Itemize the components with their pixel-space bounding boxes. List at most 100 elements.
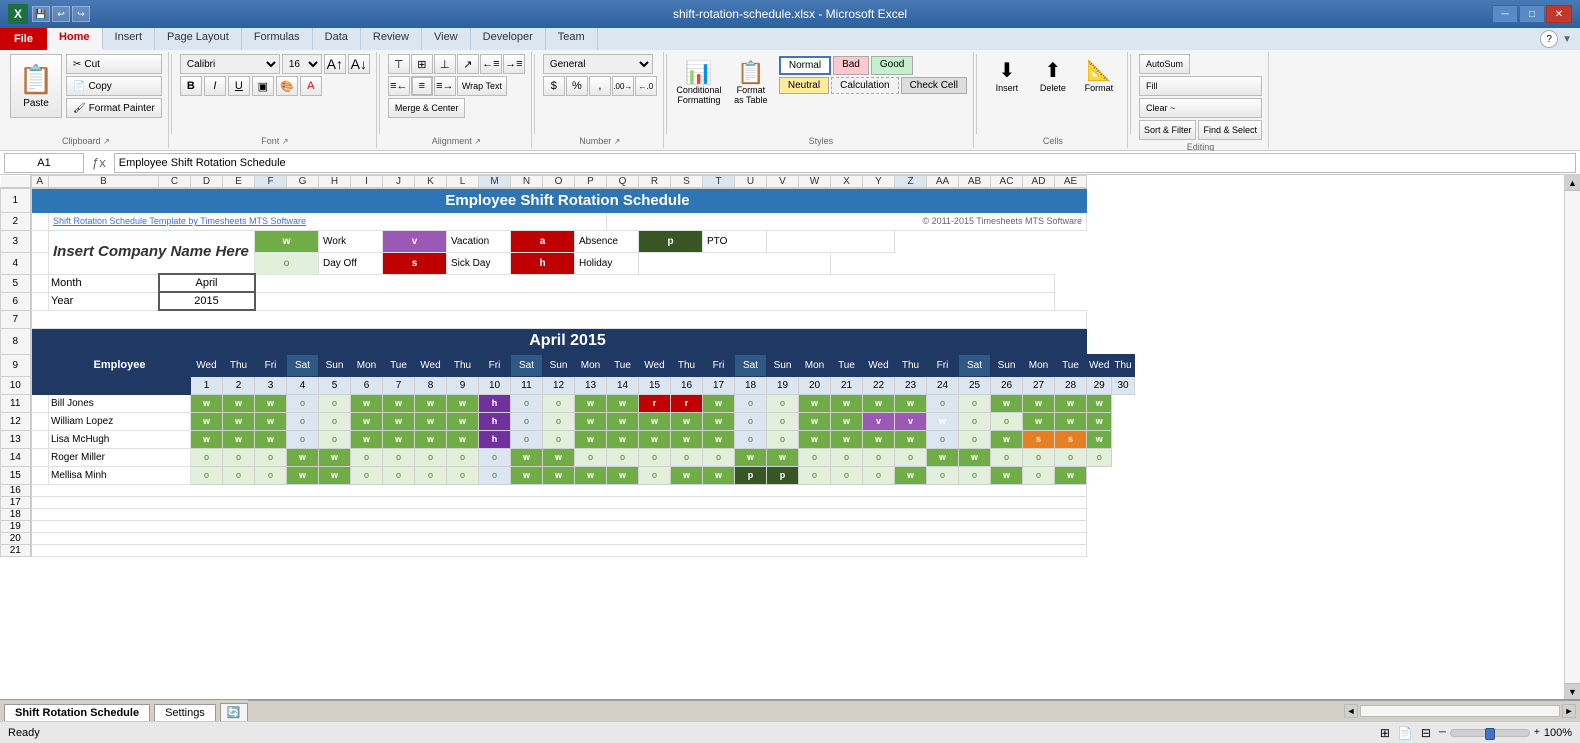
border-button[interactable]: ▣: [252, 76, 274, 96]
clipboard-label: Clipboard ↗: [62, 134, 110, 146]
decimal-increase-btn[interactable]: .00→: [612, 76, 634, 96]
formula-input[interactable]: [114, 153, 1576, 173]
bold-button[interactable]: B: [180, 76, 202, 96]
view-normal-btn[interactable]: ⊞: [1380, 726, 1390, 740]
increase-font-btn[interactable]: A↑: [324, 54, 346, 74]
cut-button[interactable]: ✂ Cut: [66, 54, 162, 74]
comma-btn[interactable]: ,: [589, 76, 611, 96]
style-bad[interactable]: Bad: [833, 56, 869, 75]
underline-button[interactable]: U: [228, 76, 250, 96]
col-AE: AE: [1055, 176, 1087, 189]
tab-team[interactable]: Team: [546, 28, 598, 50]
delete-btn[interactable]: ⬆ Delete: [1031, 54, 1075, 97]
align-left-btn[interactable]: ≡←: [388, 76, 410, 96]
tab-formulas[interactable]: Formulas: [242, 28, 313, 50]
restore-btn[interactable]: □: [1519, 5, 1545, 23]
paste-button[interactable]: 📋 Paste: [10, 54, 62, 118]
scroll-left-btn[interactable]: ◄: [1344, 704, 1358, 718]
tab-view[interactable]: View: [422, 28, 471, 50]
autosum-btn[interactable]: AutoSum: [1139, 54, 1190, 74]
font-family-select[interactable]: Calibri: [180, 54, 280, 74]
format-as-table-btn[interactable]: 📋 Format as Table: [727, 56, 775, 110]
style-calculation[interactable]: Calculation: [831, 77, 898, 94]
tab-developer[interactable]: Developer: [471, 28, 546, 50]
quick-undo[interactable]: ↩: [52, 6, 70, 22]
clear-btn[interactable]: Clear ~: [1139, 98, 1262, 118]
style-neutral[interactable]: Neutral: [779, 77, 829, 94]
find-select-btn[interactable]: Find & Select: [1198, 120, 1262, 140]
format-table-icon: 📋: [737, 60, 764, 86]
close-btn[interactable]: ✕: [1546, 5, 1572, 23]
align-top-btn[interactable]: ⊤: [388, 54, 410, 74]
number-format-select[interactable]: General: [543, 54, 653, 74]
cell-A2[interactable]: [31, 212, 49, 230]
vertical-scrollbar[interactable]: ▲ ▼: [1564, 175, 1580, 699]
tab-settings[interactable]: Settings: [154, 704, 216, 721]
tab-file[interactable]: File: [0, 28, 47, 50]
minimize-btn[interactable]: ─: [1492, 5, 1518, 23]
indent-decrease-btn[interactable]: ←≡: [480, 54, 502, 74]
align-right-btn[interactable]: ≡→: [434, 76, 456, 96]
h-scroll-area[interactable]: ◄ ►: [248, 700, 1580, 721]
decimal-decrease-btn[interactable]: ←.0: [635, 76, 657, 96]
tab-page-layout[interactable]: Page Layout: [155, 28, 242, 50]
company-name[interactable]: Insert Company Name Here: [49, 230, 255, 274]
font-size-select[interactable]: 16: [282, 54, 322, 74]
number-group: General $ % , .00→ ←.0 Number ↗: [537, 52, 664, 148]
fill-btn[interactable]: Fill: [1139, 76, 1262, 96]
view-page-break-btn[interactable]: ⊟: [1421, 726, 1431, 740]
zoom-out-btn[interactable]: ─: [1439, 727, 1446, 738]
insert-btn[interactable]: ⬇ Insert: [985, 54, 1029, 97]
cell-A1[interactable]: [31, 188, 49, 212]
indent-increase-btn[interactable]: →≡: [503, 54, 525, 74]
col-AA: AA: [927, 176, 959, 189]
conditional-formatting-btn[interactable]: 📊 Conditional Formatting: [675, 56, 723, 110]
view-page-btn[interactable]: 📄: [1398, 726, 1413, 740]
alignment-group: ⊤ ⊞ ⊥ ↗ ←≡ →≡ ≡← ≡ ≡→ Wrap Text Merg: [382, 52, 532, 148]
italic-button[interactable]: I: [204, 76, 226, 96]
scroll-right-btn[interactable]: ►: [1562, 704, 1576, 718]
cell-reference-box[interactable]: [4, 153, 84, 173]
tab-review[interactable]: Review: [361, 28, 422, 50]
quick-redo[interactable]: ↪: [72, 6, 90, 22]
align-bottom-btn[interactable]: ⊥: [434, 54, 456, 74]
currency-btn[interactable]: $: [543, 76, 565, 96]
zoom-in-btn[interactable]: +: [1534, 727, 1540, 738]
year-value[interactable]: 2015: [159, 292, 255, 310]
quick-save[interactable]: 💾: [32, 6, 50, 22]
copy-button[interactable]: 📄 Copy: [66, 76, 162, 96]
ribbon-minimize[interactable]: ▼: [1562, 34, 1572, 45]
cell-subtitle[interactable]: Shift Rotation Schedule Template by Time…: [49, 212, 607, 230]
style-normal[interactable]: Normal: [779, 56, 831, 75]
wrap-text-btn[interactable]: Wrap Text: [457, 76, 507, 96]
tab-home[interactable]: Home: [47, 28, 103, 50]
fill-color-btn[interactable]: 🎨: [276, 76, 298, 96]
divider-1: [171, 54, 172, 134]
zoom-slider[interactable]: [1450, 729, 1530, 737]
cell-title[interactable]: Employee Shift Rotation Schedule: [49, 188, 1087, 212]
font-color-btn[interactable]: A: [300, 76, 322, 96]
cells-area[interactable]: A B C D E F G H I J K L M N O: [0, 175, 1564, 699]
decrease-font-btn[interactable]: A↓: [348, 54, 370, 74]
align-middle-btn[interactable]: ⊞: [411, 54, 433, 74]
percent-btn[interactable]: %: [566, 76, 588, 96]
format-painter-button[interactable]: 🖌 Format Painter: [66, 98, 162, 118]
col-U: U: [735, 176, 767, 189]
month-value[interactable]: April: [159, 274, 255, 292]
sort-filter-btn[interactable]: Sort & Filter: [1139, 120, 1197, 140]
format-btn[interactable]: 📐 Format: [1077, 54, 1121, 97]
align-center-btn[interactable]: ≡: [411, 76, 433, 96]
new-sheet-btn[interactable]: 🔄: [220, 703, 248, 721]
divider-3: [534, 54, 535, 134]
tab-data[interactable]: Data: [313, 28, 361, 50]
merge-center-btn[interactable]: Merge & Center: [388, 98, 466, 118]
row-num-11: 11: [1, 394, 31, 412]
h-scroll-track[interactable]: [1360, 705, 1560, 717]
ribbon-help[interactable]: ?: [1540, 30, 1558, 48]
tab-insert[interactable]: Insert: [103, 28, 156, 50]
col-Z: Z: [895, 176, 927, 189]
text-direction-btn[interactable]: ↗: [457, 54, 479, 74]
style-good[interactable]: Good: [871, 56, 913, 75]
style-check-cell[interactable]: Check Cell: [901, 77, 967, 94]
tab-sheet-rotation[interactable]: Shift Rotation Schedule: [4, 704, 150, 721]
